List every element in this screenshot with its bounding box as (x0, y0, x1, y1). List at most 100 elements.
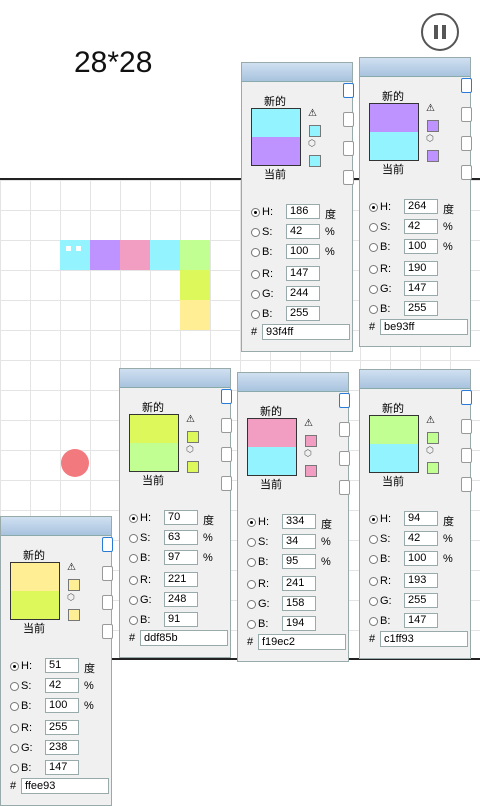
channel-input[interactable]: 100 (404, 239, 438, 254)
panel-button[interactable] (339, 480, 350, 495)
channel-input[interactable]: 97 (164, 550, 198, 565)
channel-radio[interactable] (247, 600, 256, 609)
channel-input[interactable]: 147 (404, 281, 438, 296)
channel-radio[interactable] (369, 577, 378, 586)
panel-button[interactable] (339, 451, 350, 466)
panel-button[interactable] (343, 83, 354, 98)
channel-radio[interactable] (247, 518, 256, 527)
pause-button[interactable] (421, 13, 459, 51)
color-picker-panel[interactable]: 新的 当前 ⚠ ⬡ H: 94 度 S: 42% B: 100% R: 193 G… (359, 369, 472, 659)
hex-input[interactable]: ddf85b (140, 630, 228, 646)
channel-radio[interactable] (129, 514, 138, 523)
panel-button[interactable] (221, 447, 232, 462)
gamut-swatch[interactable] (427, 120, 439, 132)
channel-input[interactable]: 186 (286, 204, 320, 219)
panel-title-bar[interactable] (1, 517, 111, 536)
hex-input[interactable]: ffee93 (21, 778, 109, 794)
panel-button[interactable] (343, 141, 354, 156)
panel-button[interactable] (343, 170, 354, 185)
channel-input[interactable]: 94 (404, 511, 438, 526)
panel-button[interactable] (221, 476, 232, 491)
channel-radio[interactable] (129, 554, 138, 563)
channel-radio[interactable] (10, 682, 19, 691)
color-picker-panel[interactable]: 新的 当前 ⚠ ⬡ H: 51 度 S: 42% B: 100% R: 255 G… (0, 516, 113, 806)
channel-radio[interactable] (247, 580, 256, 589)
color-picker-panel[interactable]: 新的 当前 ⚠ ⬡ H: 70 度 S: 63% B: 97% R: 221 G:… (119, 368, 232, 658)
panel-button[interactable] (461, 78, 472, 93)
panel-button[interactable] (102, 566, 113, 581)
channel-radio[interactable] (369, 203, 378, 212)
channel-radio[interactable] (10, 662, 19, 671)
channel-input[interactable]: 255 (404, 301, 438, 316)
web-swatch[interactable] (427, 150, 439, 162)
channel-input[interactable]: 34 (282, 534, 316, 549)
channel-radio[interactable] (247, 620, 256, 629)
channel-input[interactable]: 100 (404, 551, 438, 566)
channel-radio[interactable] (129, 534, 138, 543)
panel-buttons[interactable] (461, 390, 472, 506)
channel-radio[interactable] (251, 310, 260, 319)
gamut-swatch[interactable] (309, 125, 321, 137)
channel-input[interactable]: 244 (286, 286, 320, 301)
panel-button[interactable] (461, 477, 472, 492)
channel-input[interactable]: 241 (282, 576, 316, 591)
channel-radio[interactable] (10, 744, 19, 753)
channel-radio[interactable] (129, 616, 138, 625)
panel-button[interactable] (343, 112, 354, 127)
panel-button[interactable] (221, 389, 232, 404)
channel-radio[interactable] (251, 270, 260, 279)
panel-button[interactable] (461, 390, 472, 405)
channel-radio[interactable] (247, 558, 256, 567)
channel-radio[interactable] (251, 290, 260, 299)
color-picker-panel[interactable]: 新的 当前 ⚠ ⬡ H: 264 度 S: 42% B: 100% R: 190 … (359, 57, 472, 347)
channel-radio[interactable] (369, 597, 378, 606)
panel-button[interactable] (461, 165, 472, 180)
gamut-swatch[interactable] (427, 432, 439, 444)
panel-button[interactable] (461, 136, 472, 151)
channel-input[interactable]: 238 (45, 740, 79, 755)
channel-input[interactable]: 42 (45, 678, 79, 693)
channel-input[interactable]: 334 (282, 514, 316, 529)
web-swatch[interactable] (187, 461, 199, 473)
channel-input[interactable]: 147 (45, 760, 79, 775)
channel-input[interactable]: 91 (164, 612, 198, 627)
color-picker-panel[interactable]: 新的 当前 ⚠ ⬡ H: 334 度 S: 34% B: 95% R: 241 G… (237, 372, 350, 662)
panel-buttons[interactable] (343, 83, 354, 199)
panel-button[interactable] (339, 393, 350, 408)
panel-button[interactable] (339, 422, 350, 437)
panel-button[interactable] (461, 107, 472, 122)
channel-radio[interactable] (129, 596, 138, 605)
channel-radio[interactable] (10, 764, 19, 773)
channel-input[interactable]: 221 (164, 572, 198, 587)
panel-button[interactable] (102, 537, 113, 552)
channel-radio[interactable] (10, 702, 19, 711)
channel-input[interactable]: 147 (286, 266, 320, 281)
channel-input[interactable]: 248 (164, 592, 198, 607)
channel-input[interactable]: 194 (282, 616, 316, 631)
channel-radio[interactable] (369, 535, 378, 544)
channel-radio[interactable] (369, 555, 378, 564)
channel-input[interactable]: 255 (286, 306, 320, 321)
panel-button[interactable] (102, 624, 113, 639)
channel-input[interactable]: 70 (164, 510, 198, 525)
web-swatch[interactable] (427, 462, 439, 474)
channel-radio[interactable] (251, 228, 260, 237)
panel-buttons[interactable] (461, 78, 472, 194)
channel-radio[interactable] (10, 724, 19, 733)
hex-input[interactable]: 93f4ff (262, 324, 350, 340)
channel-input[interactable]: 147 (404, 613, 438, 628)
channel-radio[interactable] (369, 223, 378, 232)
panel-buttons[interactable] (339, 393, 350, 509)
channel-radio[interactable] (369, 305, 378, 314)
panel-buttons[interactable] (221, 389, 232, 505)
channel-radio[interactable] (251, 208, 260, 217)
channel-radio[interactable] (369, 617, 378, 626)
channel-radio[interactable] (369, 243, 378, 252)
web-swatch[interactable] (68, 609, 80, 621)
channel-input[interactable]: 51 (45, 658, 79, 673)
gamut-swatch[interactable] (305, 435, 317, 447)
channel-radio[interactable] (369, 515, 378, 524)
panel-title-bar[interactable] (360, 370, 470, 389)
web-swatch[interactable] (309, 155, 321, 167)
panel-buttons[interactable] (102, 537, 113, 653)
